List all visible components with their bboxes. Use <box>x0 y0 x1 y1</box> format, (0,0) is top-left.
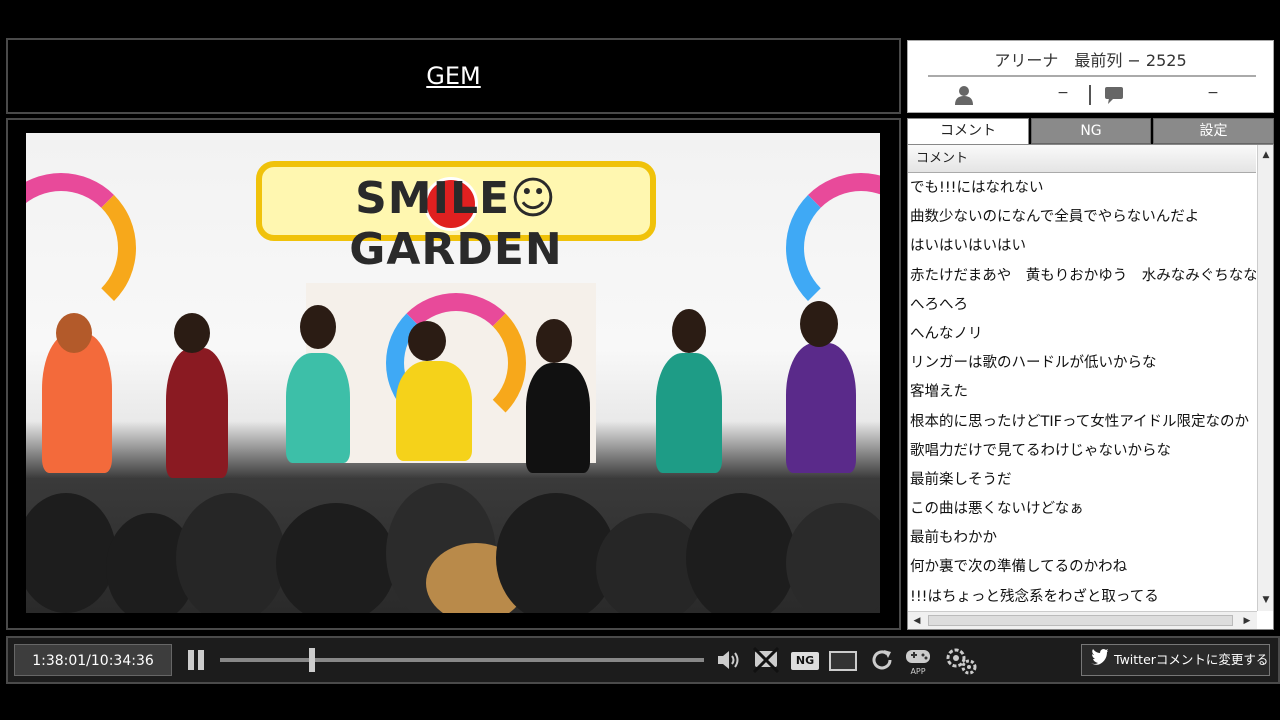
crowd <box>786 503 880 613</box>
comment-row[interactable]: 最前楽しそうだ <box>908 466 1256 495</box>
tab-settings[interactable]: 設定 <box>1153 118 1274 144</box>
app-label: APP <box>910 667 926 676</box>
scroll-right-icon[interactable]: ▶ <box>1240 613 1254 629</box>
seek-bar[interactable] <box>220 658 704 662</box>
performer <box>286 353 350 463</box>
time-display: 1:38:01/10:34:36 <box>14 644 172 676</box>
crowd <box>26 493 116 613</box>
scroll-left-icon[interactable]: ◀ <box>910 613 924 629</box>
screen-icon[interactable] <box>829 651 857 671</box>
comment-panel: コメント でも!!!にはなれない 曲数少ないのになんで全員でやらないんだよ はい… <box>907 144 1274 630</box>
comment-row[interactable]: 曲数少ないのになんで全員でやらないんだよ <box>908 203 1256 232</box>
performer <box>42 333 112 473</box>
gamepad-icon[interactable] <box>904 646 932 666</box>
comment-count: − <box>1207 85 1219 101</box>
person-icon <box>955 86 973 105</box>
performer <box>786 343 856 473</box>
twitter-bird-icon <box>1091 649 1108 665</box>
performer <box>656 353 722 473</box>
sign-text: SMILE☺GARDEN <box>349 173 563 275</box>
performer-head <box>800 301 838 347</box>
performer <box>396 361 472 461</box>
performer-head <box>174 313 210 353</box>
divider <box>928 75 1256 77</box>
viewer-count: − <box>1057 85 1069 101</box>
divider <box>1089 85 1091 105</box>
seek-handle[interactable] <box>308 648 315 672</box>
speech-bubble-icon <box>1105 87 1123 104</box>
gears-icon[interactable] <box>944 646 978 676</box>
comment-row[interactable]: 最前もわかか <box>908 524 1256 553</box>
performer <box>526 363 590 473</box>
pause-icon <box>198 650 204 670</box>
performer-head <box>672 309 706 353</box>
horizontal-scrollbar[interactable]: ◀ ▶ <box>908 611 1257 629</box>
crowd <box>686 493 796 613</box>
comment-column-header[interactable]: コメント <box>908 145 1256 173</box>
comment-row[interactable]: 客増えた <box>908 378 1256 407</box>
reload-icon[interactable] <box>870 648 894 672</box>
twitter-button-label: Twitterコメントに変更する <box>1114 652 1269 667</box>
speaker-icon[interactable] <box>716 648 742 672</box>
video-player[interactable]: SMILE☺GARDEN <box>26 133 880 613</box>
scroll-up-icon[interactable]: ▲ <box>1258 147 1273 163</box>
scroll-down-icon[interactable]: ▼ <box>1258 592 1273 608</box>
performer-head <box>56 313 92 353</box>
horizontal-scroll-thumb[interactable] <box>928 615 1233 626</box>
comment-row[interactable]: !!!はちょっと残念系をわざと取ってる <box>908 583 1256 610</box>
comment-off-icon[interactable] <box>752 646 780 674</box>
tab-comment[interactable]: コメント <box>907 118 1029 144</box>
performer-head <box>300 305 336 349</box>
channel-info-panel: アリーナ 最前列 − 2525 − − <box>907 40 1274 113</box>
comment-row[interactable]: へんなノリ <box>908 320 1256 349</box>
festival-logo-right <box>786 173 880 323</box>
pause-button[interactable] <box>186 650 206 672</box>
twitter-comment-switch-button[interactable]: Twitterコメントに変更する <box>1081 644 1270 676</box>
comment-row[interactable]: でも!!!にはなれない <box>908 174 1256 203</box>
comment-row[interactable]: この曲は悪くないけどなぁ <box>908 495 1256 524</box>
comment-row[interactable]: 歌唱力だけで見てるわけじゃないからな <box>908 437 1256 466</box>
comment-row[interactable]: 赤たけだまあや 黄もりおかゆう 水みなみぐちなな <box>908 262 1256 291</box>
comment-row[interactable]: へろへろ <box>908 291 1256 320</box>
tab-ng[interactable]: NG <box>1031 118 1151 144</box>
channel-title: アリーナ 最前列 − 2525 <box>994 51 1187 70</box>
performer-head <box>536 319 572 363</box>
comment-list: でも!!!にはなれない 曲数少ないのになんで全員でやらないんだよ はいはいはいは… <box>908 174 1256 610</box>
comment-row[interactable]: リンガーは歌のハードルが低いからな <box>908 349 1256 378</box>
program-title-bar: GEM <box>6 38 901 114</box>
crowd <box>176 493 286 613</box>
comment-row[interactable]: はいはいはいはい <box>908 232 1256 261</box>
performer-head <box>408 321 446 361</box>
pause-icon <box>188 650 194 670</box>
comment-row[interactable]: 根本的に思ったけどTIFって女性アイドル限定なのか <box>908 408 1256 437</box>
crowd <box>276 503 396 613</box>
comment-row[interactable]: 何か裏で次の準備してるのかわね <box>908 553 1256 582</box>
festival-logo-left <box>26 173 136 323</box>
performer <box>166 348 228 478</box>
ng-filter-button[interactable]: NG <box>791 652 819 670</box>
vertical-scrollbar[interactable]: ▲ ▼ <box>1257 145 1273 611</box>
program-title-link[interactable]: GEM <box>8 40 899 112</box>
player-control-bar: 1:38:01/10:34:36 NG APP Twitterコメントに変更する <box>6 636 1280 684</box>
